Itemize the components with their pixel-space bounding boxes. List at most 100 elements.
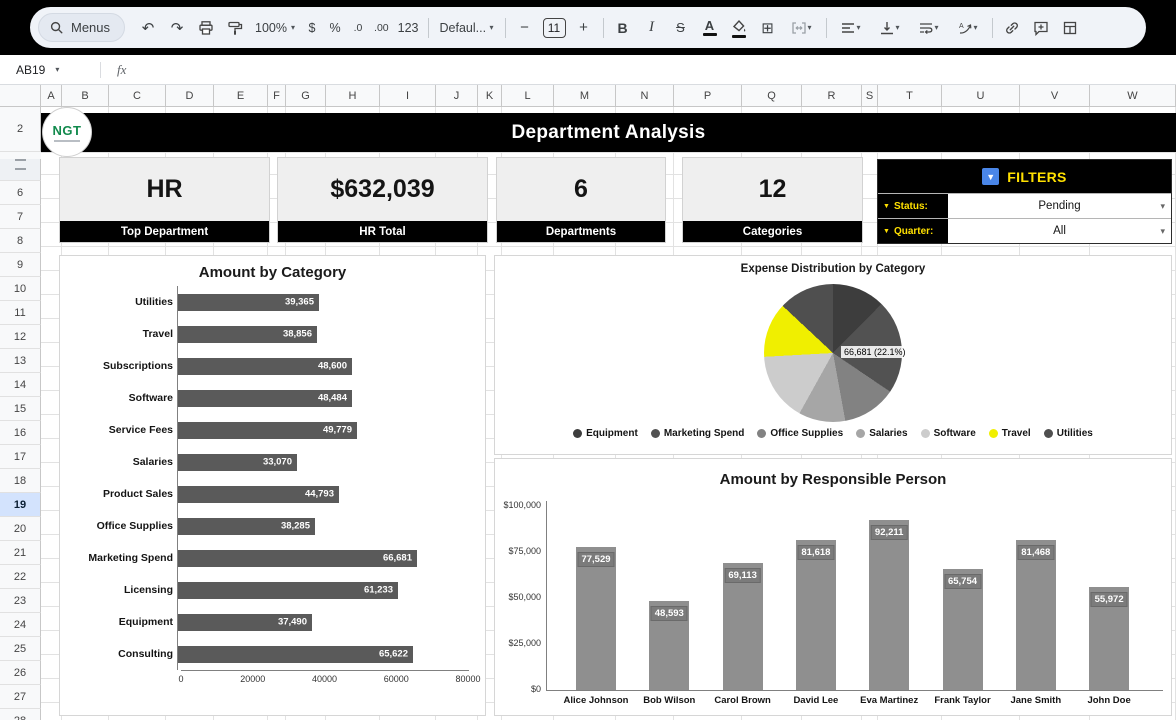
text-rotation-button[interactable]: A ▾: [949, 14, 987, 42]
select-all-corner[interactable]: [0, 85, 41, 107]
legend-item[interactable]: Salaries: [856, 428, 907, 439]
row-header[interactable]: 13: [0, 349, 41, 373]
column-header[interactable]: D: [166, 85, 214, 107]
column-header[interactable]: U: [942, 85, 1020, 107]
toolbar: Menus ↶ ↷ 100% ▾ $ % .0 .00 123 Defaul..…: [30, 7, 1146, 48]
legend-item[interactable]: Travel: [989, 428, 1031, 439]
bar-value-label: 69,113: [724, 568, 761, 583]
quarter-filter-dropdown[interactable]: All ▾: [948, 219, 1171, 243]
row-header[interactable]: 11: [0, 301, 41, 325]
kpi-value: 12: [683, 158, 862, 221]
name-box[interactable]: AB19 ▾: [0, 55, 100, 84]
decrease-font-size-button[interactable]: −: [511, 14, 539, 42]
column-header[interactable]: H: [326, 85, 380, 107]
expense-distribution-chart[interactable]: Expense Distribution by Category 66,681 …: [494, 255, 1172, 455]
column-header[interactable]: W: [1090, 85, 1176, 107]
column-header[interactable]: I: [380, 85, 436, 107]
row-header[interactable]: 15: [0, 397, 41, 421]
column-header[interactable]: F: [268, 85, 286, 107]
row-header[interactable]: 19: [0, 493, 41, 517]
legend-item[interactable]: Utilities: [1044, 428, 1093, 439]
borders-button[interactable]: ⊞: [754, 14, 782, 42]
text-color-button[interactable]: A: [696, 14, 724, 42]
italic-button[interactable]: I: [638, 14, 666, 42]
legend-item[interactable]: Software: [921, 428, 976, 439]
decrease-decimal-button[interactable]: .0: [347, 14, 369, 42]
row-header[interactable]: 23: [0, 589, 41, 613]
chevron-down-icon: ▾: [807, 23, 811, 32]
amount-by-person-chart[interactable]: Amount by Responsible Person $100,000$75…: [494, 458, 1172, 716]
merge-cells-button[interactable]: ▾: [783, 14, 821, 42]
insert-comment-button[interactable]: [1027, 14, 1055, 42]
column-header[interactable]: N: [616, 85, 674, 107]
column-header[interactable]: P: [674, 85, 742, 107]
row-header[interactable]: 21: [0, 541, 41, 565]
zoom-control[interactable]: 100% ▾: [250, 14, 300, 42]
insert-link-button[interactable]: [998, 14, 1026, 42]
filters-title: FILTERS: [1007, 169, 1066, 185]
text-wrap-button[interactable]: ▾: [910, 14, 948, 42]
row-header[interactable]: 17: [0, 445, 41, 469]
increase-font-size-button[interactable]: +: [570, 14, 598, 42]
row-header[interactable]: 8: [0, 229, 41, 253]
row-header[interactable]: 7: [0, 205, 41, 229]
row-header[interactable]: 22: [0, 565, 41, 589]
row-header[interactable]: 24: [0, 613, 41, 637]
font-selector[interactable]: Defaul... ▾: [434, 14, 500, 42]
fill-color-button[interactable]: [725, 14, 753, 42]
legend-label: Travel: [1002, 428, 1031, 439]
row-header[interactable]: 18: [0, 469, 41, 493]
row-header[interactable]: 16: [0, 421, 41, 445]
bar-value-label: 65,622: [379, 649, 408, 660]
print-button[interactable]: [192, 14, 220, 42]
undo-button[interactable]: ↶: [134, 14, 162, 42]
vertical-align-button[interactable]: ▾: [871, 14, 909, 42]
redo-button[interactable]: ↷: [163, 14, 191, 42]
category-label: Alice Johnson: [560, 695, 632, 706]
column-header[interactable]: T: [878, 85, 942, 107]
row-header[interactable]: 10: [0, 277, 41, 301]
strikethrough-button[interactable]: S: [667, 14, 695, 42]
bold-button[interactable]: B: [609, 14, 637, 42]
column-header[interactable]: E: [214, 85, 268, 107]
column-header[interactable]: A: [41, 85, 62, 107]
column-header[interactable]: B: [62, 85, 109, 107]
row-header[interactable]: 2: [0, 107, 41, 152]
bar: 33,070: [178, 454, 297, 471]
row-header[interactable]: 26: [0, 661, 41, 685]
column-header[interactable]: M: [554, 85, 616, 107]
row-header[interactable]: 20: [0, 517, 41, 541]
column-header[interactable]: K: [478, 85, 502, 107]
percent-format-button[interactable]: %: [324, 14, 346, 42]
kpi-card-hr-total: $632,039 HR Total: [277, 157, 488, 243]
column-header[interactable]: V: [1020, 85, 1090, 107]
column-header[interactable]: R: [802, 85, 862, 107]
insert-chart-button[interactable]: [1056, 14, 1084, 42]
increase-decimal-button[interactable]: .00: [370, 14, 393, 42]
column-header[interactable]: C: [109, 85, 166, 107]
column-header[interactable]: Q: [742, 85, 802, 107]
status-filter-dropdown[interactable]: Pending ▾: [948, 194, 1171, 218]
column-header[interactable]: G: [286, 85, 326, 107]
column-header[interactable]: J: [436, 85, 478, 107]
row-header[interactable]: 9: [0, 253, 41, 277]
row-header[interactable]: 6: [0, 181, 41, 205]
amount-by-category-chart[interactable]: Amount by Category Utilities39,365Travel…: [59, 255, 486, 716]
legend-item[interactable]: Equipment: [573, 428, 638, 439]
row-header[interactable]: 27: [0, 685, 41, 709]
legend-item[interactable]: Marketing Spend: [651, 428, 745, 439]
row-header[interactable]: 14: [0, 373, 41, 397]
currency-format-button[interactable]: $: [301, 14, 323, 42]
row-header[interactable]: 28: [0, 709, 41, 720]
font-size-input[interactable]: 11: [543, 18, 566, 38]
column-header[interactable]: S: [862, 85, 878, 107]
paint-format-button[interactable]: [221, 14, 249, 42]
row-header[interactable]: 12: [0, 325, 41, 349]
horizontal-align-button[interactable]: ▾: [832, 14, 870, 42]
number-format-button[interactable]: 123: [394, 14, 423, 42]
legend-item[interactable]: Office Supplies: [757, 428, 843, 439]
menus-button[interactable]: Menus: [38, 13, 125, 42]
row-header[interactable]: 25: [0, 637, 41, 661]
hidden-rows-marker[interactable]: [0, 159, 41, 181]
column-header[interactable]: L: [502, 85, 554, 107]
